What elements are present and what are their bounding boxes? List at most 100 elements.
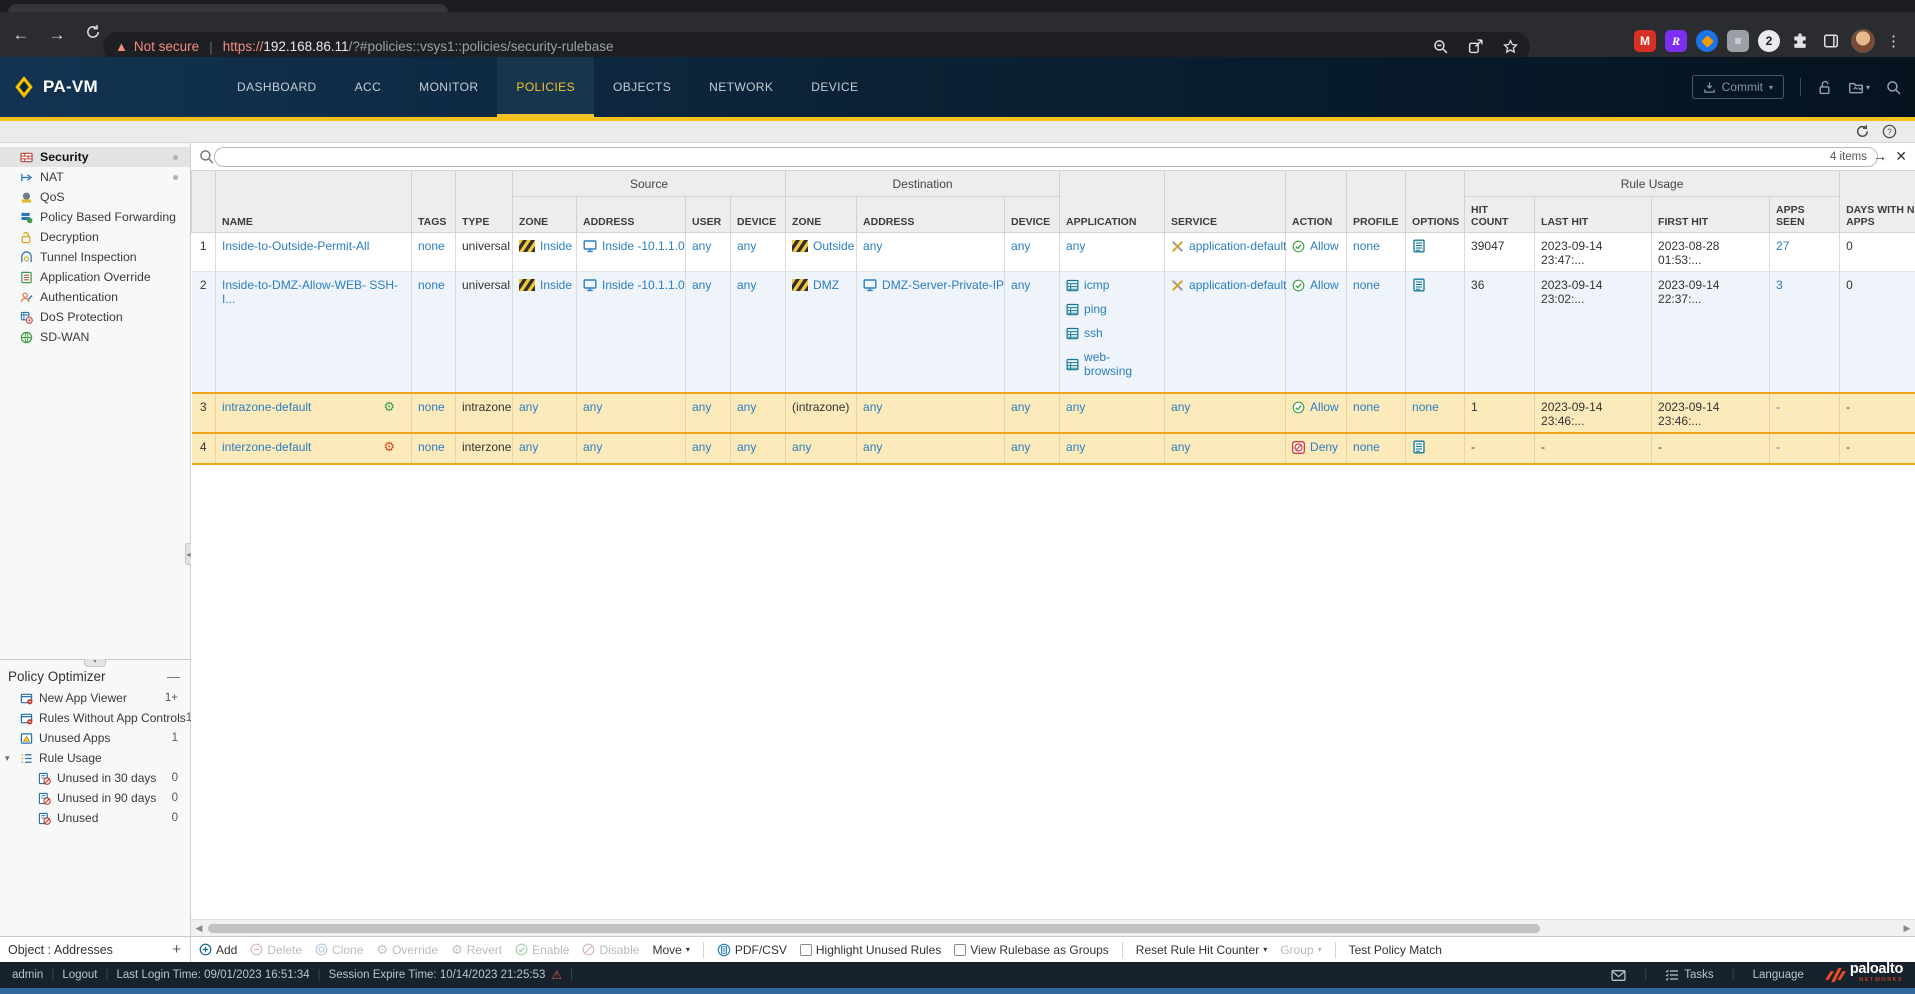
zoom-out-icon[interactable]: [1433, 39, 1448, 54]
src-zone-link[interactable]: Inside: [540, 278, 572, 292]
column-header-src-zone[interactable]: ZONE: [513, 197, 577, 233]
rulebase-search-input[interactable]: [225, 150, 1830, 164]
checkbox-icon[interactable]: [800, 944, 812, 956]
group-button[interactable]: Group▾: [1280, 943, 1321, 957]
column-header-last-hit[interactable]: LAST HIT: [1535, 197, 1652, 233]
tab-monitor[interactable]: MONITOR: [400, 57, 497, 117]
application-value[interactable]: any: [1066, 400, 1085, 414]
column-header-days-with-no-apps[interactable]: DAYS WITH N APPS: [1840, 171, 1915, 233]
add-button[interactable]: Add: [199, 943, 237, 957]
src-address-link[interactable]: Inside -10.1.1.0: [602, 278, 685, 292]
src-device-value[interactable]: any: [737, 400, 756, 414]
dst-address-value[interactable]: any: [863, 440, 882, 454]
browser-tab[interactable]: [8, 4, 448, 12]
column-header-type[interactable]: TYPE: [456, 171, 513, 233]
apply-filter-arrow-icon[interactable]: →: [1873, 148, 1887, 164]
dst-address-value[interactable]: any: [863, 400, 882, 414]
side-panel-icon[interactable]: [1820, 30, 1842, 52]
log-options-icon[interactable]: [1412, 239, 1426, 253]
user-value[interactable]: any: [692, 400, 711, 414]
browser-menu-icon[interactable]: ⋮: [1886, 32, 1901, 50]
pdf-csv-button[interactable]: PDF/CSV: [717, 943, 787, 957]
rule-name-link[interactable]: Inside-to-Outside-Permit-All: [222, 239, 369, 253]
dst-zone-link[interactable]: Outside: [813, 239, 854, 253]
log-options-icon[interactable]: [1412, 278, 1426, 292]
sidebar-item-application-override[interactable]: Application Override: [0, 267, 190, 287]
refresh-rules-icon[interactable]: [1855, 124, 1870, 144]
browser-back-button[interactable]: ←: [6, 25, 36, 45]
expand-object-panel-icon[interactable]: +: [172, 941, 181, 958]
tab-device[interactable]: DEVICE: [792, 57, 877, 117]
action-link[interactable]: Allow: [1310, 278, 1339, 292]
override-button[interactable]: ⚙Override: [376, 943, 438, 957]
rule-name-link[interactable]: Inside-to-DMZ-Allow-WEB- SSH-I...: [222, 278, 398, 306]
share-icon[interactable]: [1468, 39, 1483, 54]
rule-row[interactable]: 2 Inside-to-DMZ-Allow-WEB- SSH-I... none…: [192, 272, 1915, 394]
src-address-value[interactable]: any: [583, 400, 602, 414]
highlight-unused-rules-checkbox[interactable]: Highlight Unused Rules: [800, 943, 941, 957]
sidebar-item-authentication[interactable]: Authentication: [0, 287, 190, 307]
logout-link[interactable]: Logout: [62, 969, 97, 981]
rule-name-link[interactable]: intrazone-default: [222, 400, 311, 414]
dst-zone-link[interactable]: DMZ: [813, 278, 839, 292]
rule-row[interactable]: 1 Inside-to-Outside-Permit-All none univ…: [192, 233, 1915, 272]
scrollbar-thumb[interactable]: [208, 924, 1540, 933]
column-header-hit-count[interactable]: HIT COUNT: [1465, 197, 1535, 233]
user-value[interactable]: any: [692, 278, 711, 292]
test-policy-match-button[interactable]: Test Policy Match: [1349, 943, 1442, 957]
sidebar-item-dos-protection[interactable]: DoS Protection: [0, 307, 190, 327]
delete-button[interactable]: Delete: [250, 943, 302, 957]
dst-device-value[interactable]: any: [1011, 278, 1030, 292]
action-link[interactable]: Allow: [1310, 239, 1339, 253]
column-header-action[interactable]: ACTION: [1286, 171, 1347, 233]
src-zone-value[interactable]: any: [519, 440, 538, 454]
browser-profile-avatar[interactable]: [1851, 29, 1875, 53]
column-header-options[interactable]: OPTIONS: [1406, 171, 1465, 233]
dst-device-value[interactable]: any: [1011, 239, 1030, 253]
blue-extension-icon[interactable]: [1696, 30, 1718, 52]
column-header-apps-seen[interactable]: APPS SEEN: [1770, 197, 1840, 233]
sidebar-item-tunnel-inspection[interactable]: Tunnel Inspection: [0, 247, 190, 267]
commit-button[interactable]: Commit ▾: [1692, 75, 1784, 99]
profile-value[interactable]: none: [1353, 400, 1380, 414]
src-address-value[interactable]: any: [583, 440, 602, 454]
user-value[interactable]: any: [692, 440, 711, 454]
unlock-icon[interactable]: [1817, 80, 1832, 95]
default-rule-gear-icon[interactable]: ⚙: [383, 400, 395, 413]
profile-value[interactable]: none: [1353, 239, 1380, 253]
scroll-right-arrow[interactable]: ▶: [1899, 920, 1915, 936]
service-link[interactable]: application-default: [1189, 278, 1286, 292]
view-rulebase-as-groups-checkbox[interactable]: View Rulebase as Groups: [954, 943, 1109, 957]
global-search-icon[interactable]: [1886, 80, 1901, 95]
column-header-user[interactable]: USER: [686, 197, 731, 233]
disable-button[interactable]: Disable: [582, 943, 639, 957]
clear-filter-icon[interactable]: ✕: [1895, 148, 1907, 164]
sidebar-item-sd-wan[interactable]: SD-WAN: [0, 327, 190, 347]
profile-value[interactable]: none: [1353, 278, 1380, 292]
r-extension-icon[interactable]: R: [1665, 30, 1687, 52]
chevron-down-icon[interactable]: ▾: [5, 753, 10, 764]
tab-policies[interactable]: POLICIES: [497, 57, 594, 117]
horizontal-scrollbar[interactable]: ◀ ▶: [191, 919, 1915, 936]
apps-seen-link[interactable]: 27: [1776, 239, 1789, 253]
src-zone-link[interactable]: Inside: [540, 239, 572, 253]
sidebar-item-policy-based-forwarding[interactable]: Policy Based Forwarding: [0, 207, 190, 227]
extensions-puzzle-icon[interactable]: [1789, 30, 1811, 52]
rule-row-highlighted[interactable]: 3 intrazone-default⚙ none intrazone any …: [192, 393, 1915, 433]
tab-dashboard[interactable]: DASHBOARD: [218, 57, 336, 117]
dst-address-link[interactable]: DMZ-Server-Private-IP: [882, 278, 1004, 292]
rule-tags[interactable]: none: [418, 400, 445, 414]
help-icon[interactable]: [1882, 124, 1897, 144]
object-panel-header[interactable]: Object : Addresses +: [0, 937, 191, 962]
apps-seen-link[interactable]: 3: [1776, 278, 1783, 292]
src-device-value[interactable]: any: [737, 440, 756, 454]
tab-network[interactable]: NETWORK: [690, 57, 792, 117]
rule-tags[interactable]: none: [418, 440, 445, 454]
profile-value[interactable]: none: [1353, 440, 1380, 454]
src-device-value[interactable]: any: [737, 239, 756, 253]
options-value[interactable]: none: [1412, 400, 1439, 414]
action-link[interactable]: Allow: [1310, 400, 1339, 414]
tab-acc[interactable]: ACC: [336, 57, 401, 117]
tab-objects[interactable]: OBJECTS: [594, 57, 690, 117]
dst-zone-value[interactable]: any: [792, 440, 811, 454]
